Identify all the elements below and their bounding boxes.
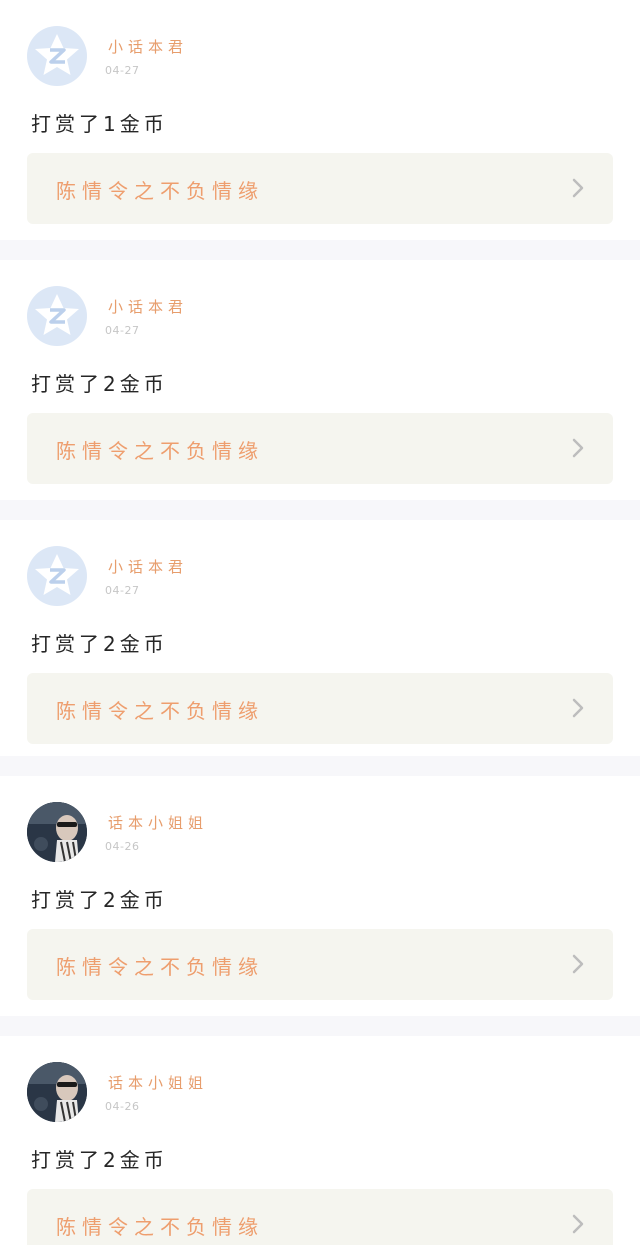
reward-date: 04-27 — [105, 64, 140, 77]
reward-date: 04-27 — [105, 584, 140, 597]
reward-date: 04-27 — [105, 324, 140, 337]
book-link-card[interactable]: 陈情令之不负情缘 — [27, 1189, 613, 1245]
reward-entry: 小话本君 04-27 打赏了2金币 陈情令之不负情缘 — [0, 260, 640, 500]
reward-date: 04-26 — [105, 840, 140, 853]
book-title: 陈情令之不负情缘 — [56, 955, 264, 979]
chevron-right-icon — [572, 954, 584, 974]
reward-entry: 小话本君 04-27 打赏了2金币 陈情令之不负情缘 — [0, 520, 640, 756]
reward-message: 打赏了1金币 — [31, 112, 168, 136]
book-link-card[interactable]: 陈情令之不负情缘 — [27, 673, 613, 744]
entry-divider — [0, 500, 640, 520]
book-title: 陈情令之不负情缘 — [56, 1215, 264, 1239]
chevron-right-icon — [572, 1214, 584, 1234]
username[interactable]: 话本小姐姐 — [108, 812, 208, 833]
chevron-right-icon — [572, 178, 584, 198]
qq-default-avatar-icon[interactable] — [27, 26, 87, 86]
reward-message: 打赏了2金币 — [31, 372, 168, 396]
entry-divider — [0, 756, 640, 776]
reward-feed: 小话本君 04-27 打赏了1金币 陈情令之不负情缘 小话本君 04-27 打赏… — [0, 0, 640, 1245]
reward-entry: 小话本君 04-27 打赏了1金币 陈情令之不负情缘 — [0, 0, 640, 240]
book-link-card[interactable]: 陈情令之不负情缘 — [27, 413, 613, 484]
book-title: 陈情令之不负情缘 — [56, 439, 264, 463]
photo-avatar[interactable] — [27, 1062, 87, 1122]
reward-message: 打赏了2金币 — [31, 1148, 168, 1172]
qq-default-avatar-icon[interactable] — [27, 546, 87, 606]
entry-divider — [0, 240, 640, 260]
chevron-right-icon — [572, 438, 584, 458]
reward-message: 打赏了2金币 — [31, 632, 168, 656]
reward-message: 打赏了2金币 — [31, 888, 168, 912]
chevron-right-icon — [572, 698, 584, 718]
reward-entry: 话本小姐姐 04-26 打赏了2金币 陈情令之不负情缘 — [0, 1036, 640, 1245]
username[interactable]: 小话本君 — [108, 36, 188, 57]
book-title: 陈情令之不负情缘 — [56, 179, 264, 203]
book-link-card[interactable]: 陈情令之不负情缘 — [27, 153, 613, 224]
username[interactable]: 小话本君 — [108, 296, 188, 317]
username[interactable]: 小话本君 — [108, 556, 188, 577]
entry-divider — [0, 1016, 640, 1036]
book-title: 陈情令之不负情缘 — [56, 699, 264, 723]
book-link-card[interactable]: 陈情令之不负情缘 — [27, 929, 613, 1000]
photo-avatar[interactable] — [27, 802, 87, 862]
username[interactable]: 话本小姐姐 — [108, 1072, 208, 1093]
qq-default-avatar-icon[interactable] — [27, 286, 87, 346]
reward-entry: 话本小姐姐 04-26 打赏了2金币 陈情令之不负情缘 — [0, 776, 640, 1016]
reward-date: 04-26 — [105, 1100, 140, 1113]
